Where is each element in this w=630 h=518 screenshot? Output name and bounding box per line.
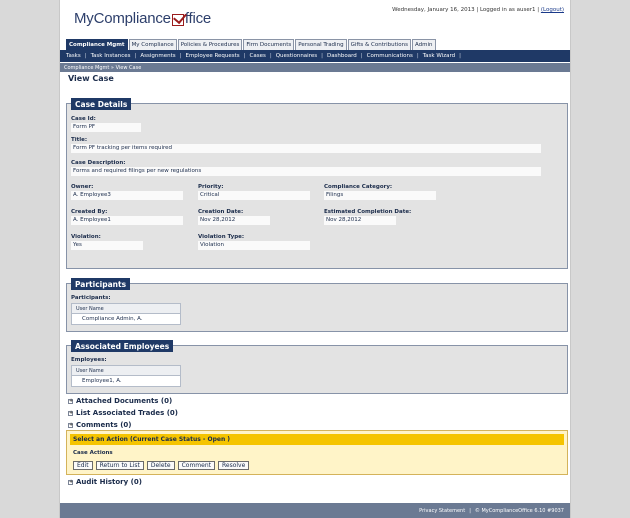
action-buttons: Edit Return to List Delete Comment Resol… [73,461,250,470]
created-by-value: A. Employee1 [71,216,183,225]
attached-documents-expander[interactable]: + Attached Documents (0) [68,397,172,405]
case-actions-label: Case Actions [73,450,113,456]
footer: Privacy Statement | © MyComplianceOffice… [60,503,570,518]
edit-button[interactable]: Edit [73,461,93,470]
participants-column-user-name[interactable]: User Name [72,304,180,314]
associated-employees-title: Associated Employees [71,340,174,352]
audit-history-expander[interactable]: + Audit History (0) [68,478,142,486]
copyright-text: © MyComplianceOffice 6.10 #9037 [474,507,564,514]
plus-icon: + [68,478,74,485]
violation-type-label: Violation Type: [198,234,245,240]
employees-column-user-name[interactable]: User Name [72,366,180,376]
subnav-tasks[interactable]: Tasks [66,53,81,59]
subnav-task-instances[interactable]: Task Instances [91,53,131,59]
attached-documents-label: Attached Documents (0) [76,397,173,405]
logo[interactable]: MyCompliance ffice [74,7,211,27]
compliance-category-label: Compliance Category: [324,184,393,190]
logo-check-icon [171,14,184,26]
resolve-button[interactable]: Resolve [218,461,250,470]
case-description-value: Forms and required filings per new regul… [71,167,541,176]
subnav-assignments[interactable]: Assignments [140,53,175,59]
list-associated-trades-expander[interactable]: + List Associated Trades (0) [68,409,178,417]
priority-value: Critical [198,191,310,200]
audit-history-label: Audit History (0) [76,478,142,486]
logo-text-left: MyCompliance [74,10,171,27]
logout-link[interactable]: (Logout) [541,7,564,13]
breadcrumb[interactable]: Compliance Mgmt » View Case [60,63,570,72]
associated-employees-panel: Associated Employees Employees: User Nam… [66,340,568,394]
violation-label: Violation: [71,234,101,240]
subnav-cases[interactable]: Cases [250,53,266,59]
owner-value: A. Employee3 [71,191,183,200]
return-to-list-button[interactable]: Return to List [95,461,144,470]
plus-icon: + [68,397,74,404]
employees-table: User Name Employee1, A. [71,365,181,387]
creation-date-value: Nov 28,2012 [198,216,270,225]
logo-text-right: ffice [184,10,212,27]
case-details-panel: Case Details Case Id: Form PF Title: For… [66,98,568,269]
table-row: Compliance Admin, A. [82,316,143,322]
created-by-label: Created By: [71,209,108,215]
plus-icon: + [68,421,74,428]
participants-title: Participants [71,278,131,290]
subnav-communications[interactable]: Communications [367,53,413,59]
case-details-title: Case Details [71,98,132,110]
subnav-task-wizard[interactable]: Task Wizard [423,53,455,59]
case-description-label: Case Description: [71,160,126,166]
title-label: Title: [71,137,88,143]
violation-value: Yes [71,241,143,250]
priority-label: Priority: [198,184,224,190]
page: MyCompliance ffice Wednesday, January 16… [59,0,571,518]
privacy-statement-link[interactable]: Privacy Statement [419,508,465,514]
participants-table: User Name Compliance Admin, A. [71,303,181,325]
comment-button[interactable]: Comment [177,461,215,470]
participants-label: Participants: [71,295,111,301]
estimated-completion-value: Nov 28,2012 [324,216,396,225]
current-date: Wednesday, January 16, 2013 [392,7,475,13]
list-associated-trades-label: List Associated Trades (0) [76,409,178,417]
case-actions-box: Select an Action (Current Case Status - … [66,430,568,475]
sub-navigation: Tasks | Task Instances | Assignments | Empl… [60,50,570,62]
login-text: | Logged in as auser1 | [476,7,540,13]
owner-label: Owner: [71,184,94,190]
violation-type-value: Violation [198,241,310,250]
participants-panel: Participants Participants: User Name Com… [66,278,568,332]
case-id-value: Form PF [71,123,141,132]
comments-label: Comments (0) [76,421,132,429]
subnav-dashboard[interactable]: Dashboard [327,53,357,59]
table-row: Employee1, A. [82,378,122,384]
employees-label: Employees: [71,357,107,363]
title-value: Form PF tracking per items required [71,144,541,153]
compliance-category-value: Filings [324,191,436,200]
delete-button[interactable]: Delete [146,461,175,470]
comments-expander[interactable]: + Comments (0) [68,421,131,429]
select-action-header: Select an Action (Current Case Status - … [70,434,564,445]
subnav-employee-requests[interactable]: Employee Requests [185,53,239,59]
creation-date-label: Creation Date: [198,209,244,215]
subnav-questionnaires[interactable]: Questionnaires [276,53,317,59]
estimated-completion-label: Estimated Completion Date: [324,209,412,215]
plus-icon: + [68,409,74,416]
case-id-label: Case Id: [71,116,96,122]
page-title: View Case [68,74,114,83]
top-user-info: Wednesday, January 16, 2013 | Logged in … [392,7,564,13]
